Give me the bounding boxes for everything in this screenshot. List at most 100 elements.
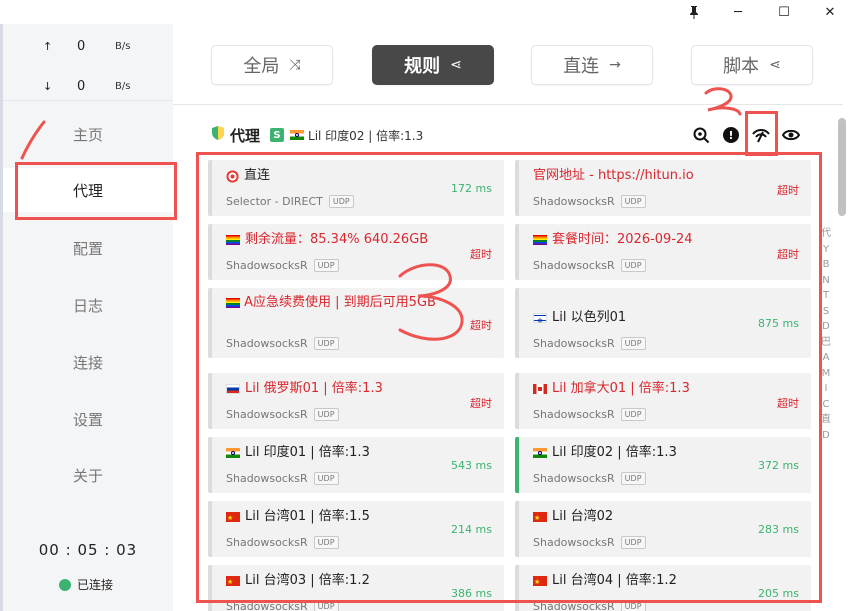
proxy-name: 套餐时间：2026-09-24: [533, 231, 693, 249]
upload-speed: ↑ 0 B/s: [3, 38, 173, 58]
eye-icon[interactable]: [781, 125, 801, 145]
sidebar: ↑ 0 B/s ↓ 0 B/s 主页 代理 配置 日志 连接 设置 关于 00 …: [3, 24, 173, 611]
shuffle-icon: ⤨: [289, 57, 301, 73]
proxy-delay: 超时: [470, 319, 492, 332]
rainbow-flag-icon: [226, 297, 240, 308]
mode-rule-button[interactable]: 规则 ⋖: [372, 45, 494, 85]
status-dot-icon: [59, 578, 71, 591]
proxy-card[interactable]: Lil 台湾03 | 倍率:1.2 ShadowsocksRUDP 386 ms: [208, 565, 504, 611]
proxy-type: ShadowsocksR UDP: [226, 408, 339, 421]
proxy-name: Lil 以色列01: [533, 309, 626, 330]
india-flag-icon: [290, 130, 305, 140]
proxy-type: ShadowsocksR UDP: [226, 472, 339, 485]
proxy-name: 剩余流量：85.34% 640.26GB: [226, 231, 428, 249]
proxy-type: ShadowsocksR UDP: [226, 259, 339, 272]
proxy-type: ShadowsocksR UDP: [533, 472, 646, 485]
split-icon: ⋖: [769, 57, 781, 73]
proxy-card[interactable]: A应急续费使用 | 到期后可用5GB ShadowsocksR UDP 超时: [208, 288, 504, 358]
scrollbar[interactable]: [838, 112, 846, 611]
scrollbar-thumb[interactable]: [838, 118, 846, 216]
proxy-delay: 超时: [777, 184, 799, 197]
mode-global-button[interactable]: 全局 ⤨: [211, 45, 333, 85]
proxy-card[interactable]: Lil 以色列01 ShadowsocksRUDP 875 ms: [515, 288, 811, 358]
proxy-delay: 超时: [777, 397, 799, 410]
proxy-delay: 超时: [470, 248, 492, 261]
proxy-delay: 205 ms: [758, 587, 799, 600]
udp-badge: UDP: [620, 536, 646, 549]
sidebar-item-home[interactable]: 主页: [3, 112, 173, 156]
udp-badge: UDP: [313, 408, 339, 421]
sidebar-item-logs[interactable]: 日志: [3, 283, 173, 327]
proxy-delay: 172 ms: [451, 182, 492, 195]
proxy-delay: 超时: [470, 397, 492, 410]
download-arrow-icon: ↓: [43, 80, 53, 93]
udp-badge: UDP: [620, 195, 646, 208]
proxy-type: ShadowsocksR UDP: [226, 536, 339, 549]
proxy-delay: 214 ms: [451, 523, 492, 536]
sidebar-item-proxy[interactable]: 代理: [3, 168, 173, 212]
proxy-name: Lil 印度01 | 倍率:1.3: [226, 444, 370, 462]
upload-arrow-icon: ↑: [43, 40, 53, 53]
mode-direct-button[interactable]: 直连 →: [531, 45, 653, 85]
proxy-name: Lil 台湾02: [533, 508, 613, 527]
israel-flag-icon: [533, 312, 547, 330]
arrow-right-icon: →: [609, 57, 621, 73]
group-current-label: Lil 印度02 | 倍率:1.3: [308, 128, 424, 143]
sidebar-item-about[interactable]: 关于: [3, 453, 173, 497]
udp-badge: UDP: [620, 600, 646, 611]
proxy-card[interactable]: 官网地址 - https://hitun.io ShadowsocksR UDP …: [515, 160, 811, 216]
download-value: 0: [77, 79, 86, 94]
proxy-card[interactable]: Lil 印度01 | 倍率:1.3 ShadowsocksR UDP 543 ms: [208, 437, 504, 493]
group-title: 代理: [230, 126, 261, 145]
proxy-delay: 超时: [777, 248, 799, 261]
sidebar-item-profiles[interactable]: 配置: [3, 226, 173, 270]
alphabet-index[interactable]: 代 Y B N T S D 巴 A M I C 直 D: [819, 226, 833, 443]
group-current-proxy: Lil 印度02 | 倍率:1.3: [290, 127, 423, 144]
proxy-name: 直连: [226, 167, 270, 185]
india-flag-icon: [533, 448, 547, 458]
udp-badge: UDP: [313, 337, 339, 350]
mode-script-button[interactable]: 脚本 ⋖: [691, 45, 813, 85]
sidebar-item-settings[interactable]: 设置: [3, 397, 173, 441]
proxy-group-header[interactable]: 代理 S Lil 印度02 | 倍率:1.3: [212, 124, 423, 146]
proxy-card-selected[interactable]: Lil 印度02 | 倍率:1.3 ShadowsocksR UDP 372 ms: [515, 437, 811, 493]
proxy-card[interactable]: Lil 台湾04 | 倍率:1.2 ShadowsocksRUDP 205 ms: [515, 565, 811, 611]
close-button[interactable]: ✕: [818, 2, 842, 22]
proxy-card[interactable]: Lil 台湾02 ShadowsocksRUDP 283 ms: [515, 501, 811, 557]
proxy-card[interactable]: 直连 Selector - DIRECT UDP 172 ms: [208, 160, 504, 216]
locate-icon[interactable]: [691, 125, 711, 145]
sidebar-divider: [3, 100, 173, 101]
proxy-name: Lil 台湾03 | 倍率:1.2: [226, 572, 370, 591]
china-flag-icon: [533, 573, 547, 591]
sidebar-item-connections[interactable]: 连接: [3, 340, 173, 384]
proxy-name: Lil 印度02 | 倍率:1.3: [533, 444, 677, 462]
udp-badge: UDP: [620, 408, 646, 421]
udp-badge: UDP: [620, 259, 646, 272]
proxy-card[interactable]: Lil 台湾01 | 倍率:1.5 ShadowsocksRUDP 214 ms: [208, 501, 504, 557]
udp-badge: UDP: [313, 536, 339, 549]
header-divider: [173, 104, 843, 105]
proxy-name: 官网地址 - https://hitun.io: [533, 168, 694, 183]
maximize-button[interactable]: ☐: [772, 2, 796, 22]
minimize-button[interactable]: ─: [726, 2, 750, 22]
uptime-timer: 00 : 05 : 03: [38, 541, 138, 559]
proxy-card[interactable]: Lil 加拿大01 | 倍率:1.3 ShadowsocksR UDP 超时: [515, 373, 811, 429]
mode-direct-label: 直连: [563, 56, 600, 77]
proxy-delay: 875 ms: [758, 317, 799, 330]
download-speed: ↓ 0 B/s: [3, 78, 173, 98]
proxy-card[interactable]: 剩余流量：85.34% 640.26GB ShadowsocksR UDP 超时: [208, 224, 504, 280]
pin-icon[interactable]: [682, 2, 706, 22]
proxy-name: Lil 台湾04 | 倍率:1.2: [533, 572, 677, 591]
udp-badge: UDP: [620, 337, 646, 350]
proxy-name: Lil 台湾01 | 倍率:1.5: [226, 508, 370, 527]
udp-badge: UDP: [313, 600, 339, 611]
latency-test-icon[interactable]: [751, 125, 771, 145]
target-icon: [226, 169, 239, 183]
proxy-name: Lil 加拿大01 | 倍率:1.3: [533, 380, 690, 398]
china-flag-icon: [533, 509, 547, 527]
proxy-name: Lil 俄罗斯01 | 倍率:1.3: [226, 380, 383, 398]
proxy-card[interactable]: 套餐时间：2026-09-24 ShadowsocksR UDP 超时: [515, 224, 811, 280]
alert-icon[interactable]: !: [721, 125, 741, 145]
proxy-delay: 543 ms: [451, 459, 492, 472]
proxy-card[interactable]: Lil 俄罗斯01 | 倍率:1.3 ShadowsocksR UDP 超时: [208, 373, 504, 429]
